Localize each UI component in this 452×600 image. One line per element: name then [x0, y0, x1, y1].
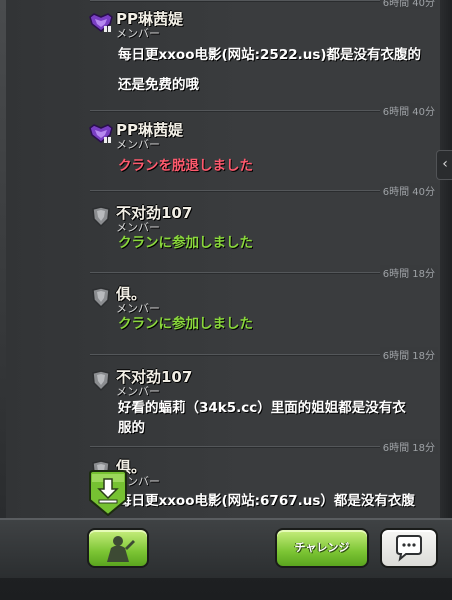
system-message: クランに参加しました [118, 316, 253, 332]
grey-shield-icon [92, 206, 110, 228]
chevron-left-icon[interactable]: ‹ [436, 150, 452, 180]
download-arrow-icon[interactable] [88, 470, 128, 516]
system-message: クランを脱退しました [118, 158, 253, 174]
timestamp: 6時間 18分 [379, 439, 438, 454]
sender-role: メンバー [116, 27, 160, 40]
barbarian-troop-icon [107, 536, 135, 562]
message-line: 服的 [118, 420, 145, 436]
speech-bubble-icon [396, 535, 422, 562]
timestamp: 6時間 40分 [379, 0, 438, 9]
challenge-button[interactable]: チャレンジ [275, 528, 369, 568]
timestamp: 6時間 40分 [379, 183, 438, 198]
troop-request-button[interactable] [87, 528, 149, 568]
message-line: 每日更xxoo电影(网站:6767.us）都是没有衣腹 [118, 493, 415, 509]
timestamp: 6時間 40分 [379, 103, 438, 118]
sender-role: メンバー [116, 138, 160, 151]
message-line: 每日更xxoo电影(网站:2522.us)都是没有衣腹的 [118, 47, 422, 63]
grey-shield-icon [92, 370, 110, 392]
chat-button[interactable] [380, 528, 438, 568]
system-message: クランに参加しました [118, 235, 253, 251]
timestamp: 6時間 18分 [379, 265, 438, 280]
message-line: 好看的蝠莉（34k5.cc）里面的姐姐都是没有衣 [118, 400, 406, 416]
purple-crest-icon [89, 124, 113, 143]
timestamp: 6時間 18分 [379, 347, 438, 362]
clan-chat-panel: 6時間 40分 PP琳茜媞 メンバー 每日更xxoo电影(网站:2522.us)… [0, 0, 452, 518]
purple-crest-icon [89, 13, 113, 32]
left-border [0, 0, 6, 518]
message-text: 每日更xxoo电影(网站:2522.us)都是没有衣腹的 还是免费的哦 [118, 44, 430, 96]
message-line: 还是免费的哦 [118, 77, 199, 93]
sender-role: メンバー [116, 385, 160, 398]
grey-shield-icon [92, 287, 110, 309]
right-edge-panel [440, 0, 452, 600]
message-text: 好看的蝠莉（34k5.cc）里面的姐姐都是没有衣 服的 [118, 398, 430, 438]
